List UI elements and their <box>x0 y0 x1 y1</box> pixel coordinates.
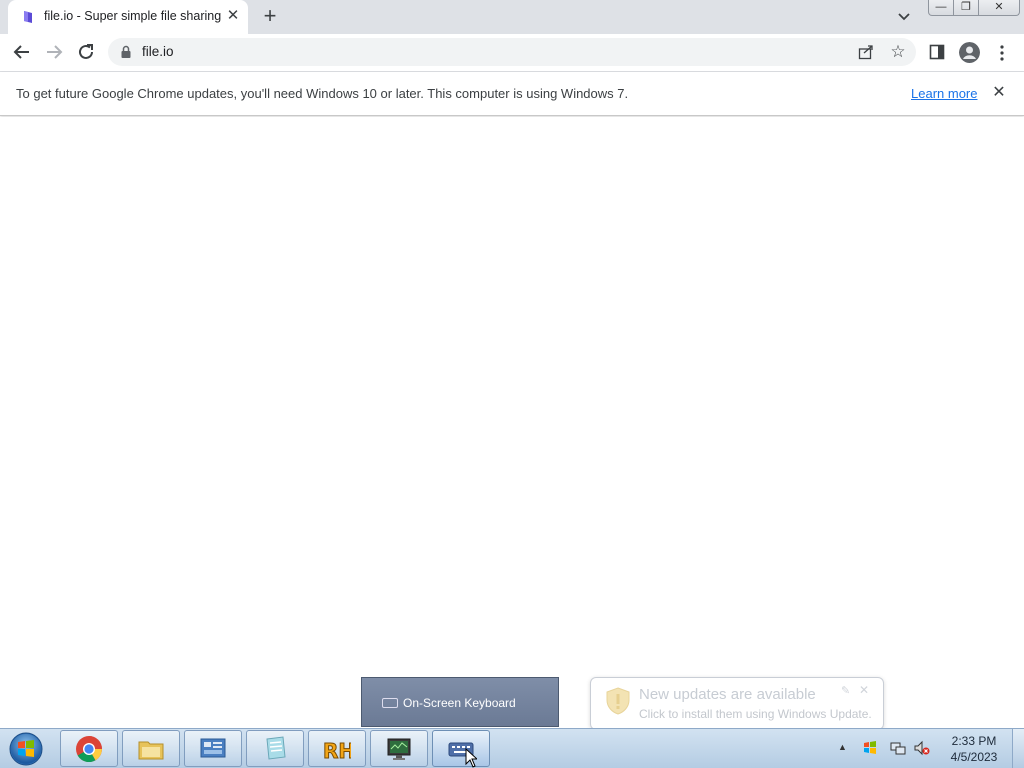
taskbar-on-screen-keyboard[interactable] <box>432 730 490 767</box>
volume-muted-icon[interactable] <box>914 740 930 756</box>
minimize-icon: — <box>935 1 947 13</box>
tab-search-icon[interactable] <box>895 8 913 26</box>
tab-file-io[interactable]: file.io - Super simple file sharing ✕ <box>8 0 248 34</box>
windows-update-icon[interactable] <box>862 740 878 756</box>
page-content[interactable] <box>0 117 1024 728</box>
back-icon[interactable] <box>11 41 33 63</box>
pin-icon[interactable]: ✎ <box>841 684 850 697</box>
svg-text:RH: RH <box>323 739 351 763</box>
maximize-button[interactable]: ❐ <box>953 0 979 16</box>
taskbar-chrome[interactable] <box>60 730 118 767</box>
network-icon[interactable] <box>890 740 906 756</box>
menu-icon[interactable] <box>995 43 1009 63</box>
close-icon: ✕ <box>994 1 1004 13</box>
address-bar[interactable]: file.io ☆ <box>108 38 916 66</box>
start-button[interactable] <box>4 730 48 768</box>
tab-strip: file.io - Super simple file sharing ✕ + … <box>0 0 1024 34</box>
new-tab-button[interactable]: + <box>258 5 282 29</box>
update-infobar: To get future Google Chrome updates, you… <box>0 72 1024 116</box>
tab-close-button[interactable]: ✕ <box>224 7 242 25</box>
forward-icon[interactable] <box>43 41 65 63</box>
rh-app-icon: RH <box>323 739 351 764</box>
notification-subtitle: Click to install them using Windows Upda… <box>639 707 872 721</box>
side-panel-icon[interactable] <box>929 44 945 60</box>
window-controls: — ❐ ✕ <box>928 0 1020 18</box>
minimize-button[interactable]: — <box>928 0 954 16</box>
tab-title: file.io - Super simple file sharing <box>44 9 222 23</box>
mouse-cursor-icon <box>465 748 477 768</box>
notification-close-icon[interactable]: ✕ <box>859 683 869 697</box>
system-clock[interactable]: 2:33 PM 4/5/2023 <box>944 733 1004 765</box>
taskbar-notepad-app[interactable] <box>246 730 304 767</box>
update-notification[interactable]: New updates are available Click to insta… <box>590 677 884 730</box>
taskbar-file-explorer[interactable] <box>122 730 180 767</box>
share-icon[interactable] <box>858 44 874 60</box>
favicon-icon <box>24 11 32 23</box>
taskbar-monitor-app[interactable] <box>370 730 428 767</box>
control-panel-icon <box>200 738 226 758</box>
folder-icon <box>138 741 164 760</box>
notepad-icon <box>266 736 286 760</box>
reload-icon[interactable] <box>75 41 97 63</box>
notification-title: New updates are available <box>639 686 816 703</box>
clock-time: 2:33 PM <box>951 734 997 748</box>
taskbar-thumbnail-popup[interactable]: On-Screen Keyboard <box>361 677 559 727</box>
show-desktop-button[interactable] <box>1012 729 1024 768</box>
star-icon[interactable]: ☆ <box>888 42 908 62</box>
warning-shield-icon <box>606 687 630 715</box>
chrome-icon <box>76 736 102 763</box>
infobar-close-button[interactable]: ✕ <box>990 84 1008 102</box>
clock-date: 4/5/2023 <box>950 750 998 764</box>
show-hidden-icons-icon[interactable]: ▲ <box>838 742 847 752</box>
monitor-icon <box>387 738 411 760</box>
close-window-button[interactable]: ✕ <box>978 0 1020 16</box>
url-text[interactable]: file.io <box>142 44 174 59</box>
keyboard-icon <box>382 698 398 708</box>
maximize-icon: ❐ <box>961 1 971 13</box>
learn-more-link[interactable]: Learn more <box>911 86 977 101</box>
browser-toolbar: file.io ☆ <box>0 34 1024 72</box>
thumbnail-label: On-Screen Keyboard <box>403 696 516 710</box>
infobar-message: To get future Google Chrome updates, you… <box>16 86 629 101</box>
taskbar-rh-app[interactable]: RH <box>308 730 366 767</box>
profile-icon[interactable] <box>959 42 980 63</box>
lock-icon[interactable] <box>120 45 132 59</box>
taskbar-control-panel[interactable] <box>184 730 242 767</box>
taskbar: RH ▲ 2:33 PM 4/5/2023 <box>0 728 1024 768</box>
